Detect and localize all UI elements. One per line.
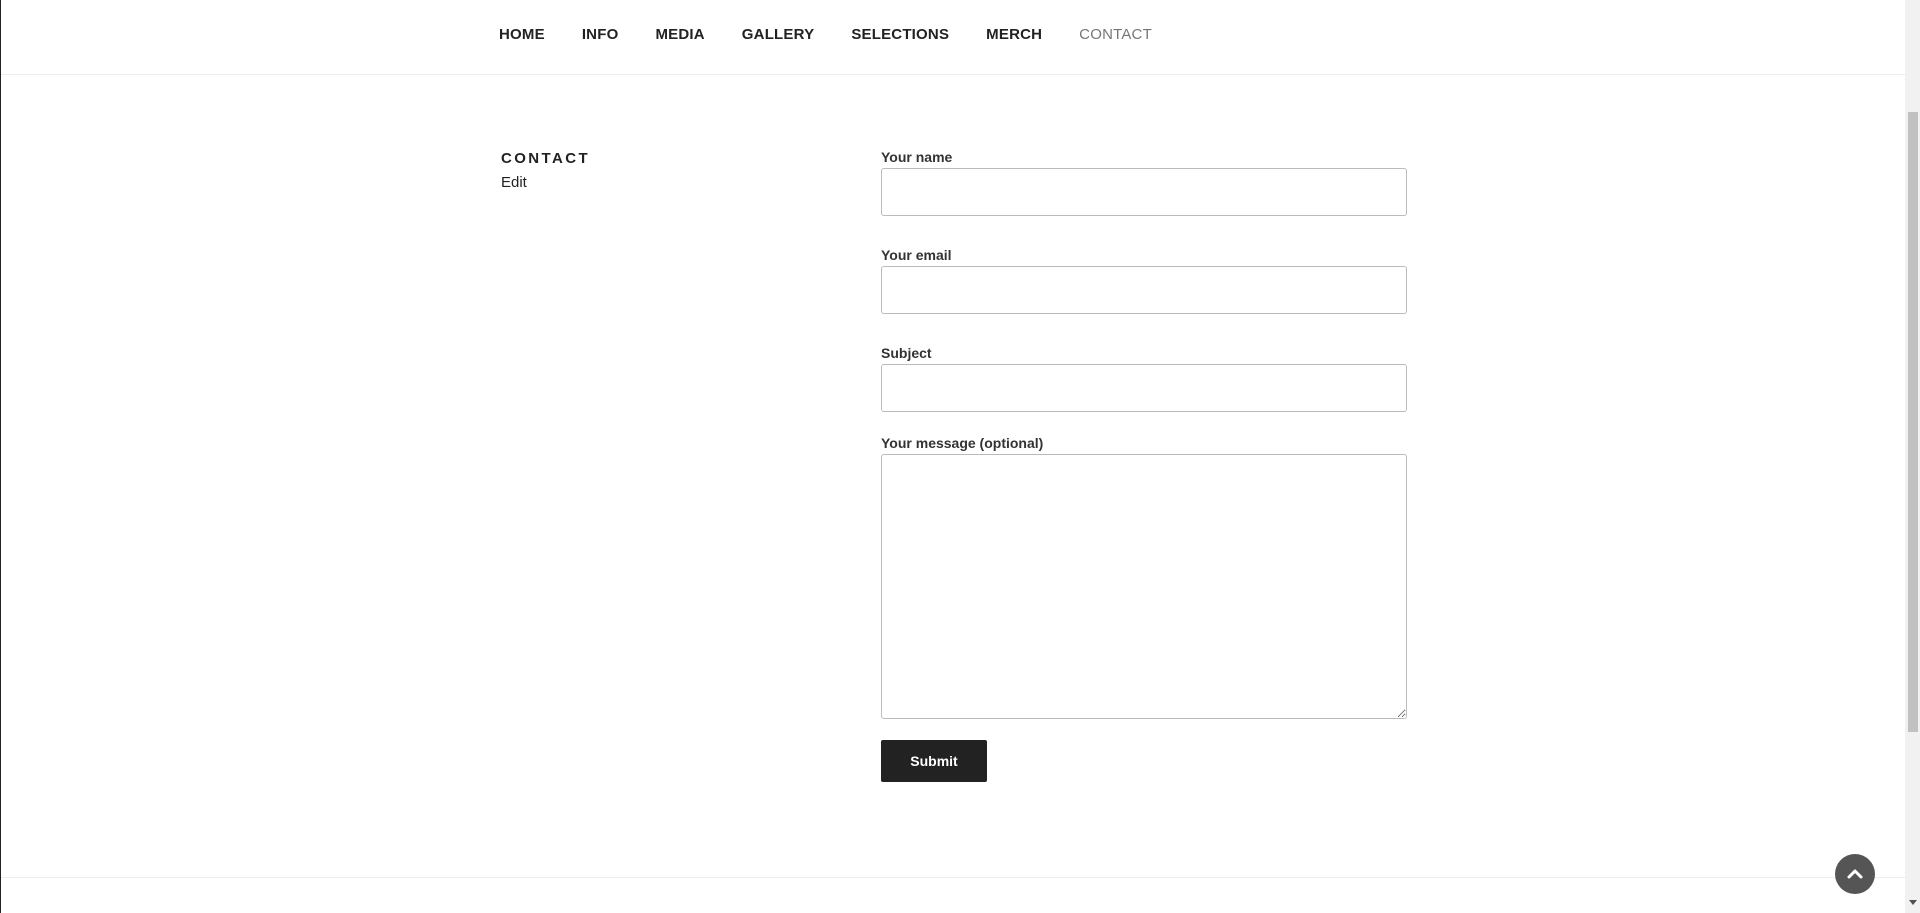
subject-input[interactable] [881, 364, 1407, 412]
nav-item-info[interactable]: INFO [582, 25, 619, 45]
subject-label: Subject [881, 345, 932, 361]
scrollbar-thumb[interactable] [1908, 112, 1918, 732]
nav-item-gallery[interactable]: GALLERY [742, 25, 815, 45]
page-viewport: HOME INFO MEDIA GALLERY SELECTIONS MERCH… [0, 0, 1920, 913]
edit-link[interactable]: Edit [501, 174, 527, 191]
back-to-top-button[interactable] [1835, 854, 1875, 894]
chevron-up-icon [1847, 869, 1863, 879]
name-label: Your name [881, 149, 953, 165]
name-input[interactable] [881, 168, 1407, 216]
contact-form: Your name Your email Subject Your messag… [881, 148, 1407, 782]
email-input[interactable] [881, 266, 1407, 314]
nav-item-contact[interactable]: CONTACT [1079, 25, 1152, 45]
nav-item-media[interactable]: MEDIA [655, 25, 704, 45]
message-label: Your message (optional) [881, 435, 1044, 451]
message-field: Your message (optional) [881, 434, 1407, 719]
footer-divider [1, 877, 1905, 878]
nav-item-merch[interactable]: MERCH [986, 25, 1042, 45]
nav-item-selections[interactable]: SELECTIONS [851, 25, 949, 45]
submit-button[interactable]: Submit [881, 740, 987, 782]
scroll-down-arrow-icon[interactable] [1909, 900, 1917, 905]
main-navigation: HOME INFO MEDIA GALLERY SELECTIONS MERCH… [1, 0, 1905, 75]
page-title: CONTACT [501, 150, 591, 167]
vertical-scrollbar[interactable] [1905, 0, 1920, 913]
message-textarea[interactable] [881, 454, 1407, 719]
nav-menu: HOME INFO MEDIA GALLERY SELECTIONS MERCH… [499, 25, 1189, 45]
email-label: Your email [881, 247, 952, 263]
nav-item-home[interactable]: HOME [499, 25, 545, 45]
